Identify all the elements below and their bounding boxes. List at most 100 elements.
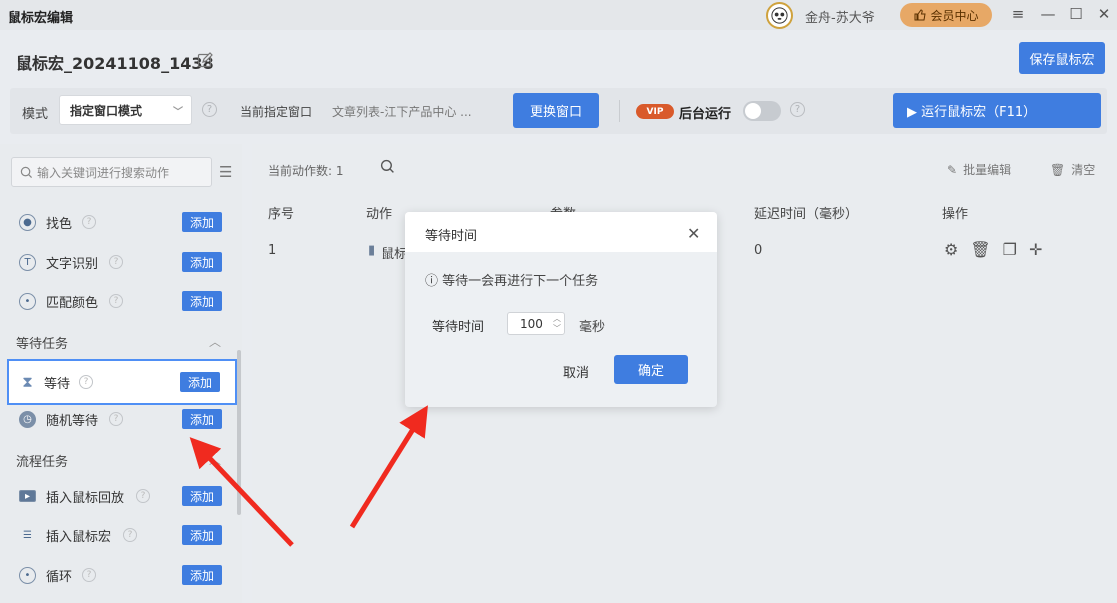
column-header: 延迟时间（毫秒） [754, 207, 859, 222]
column-header: 序号 [268, 207, 295, 222]
search-input[interactable]: 输入关键词进行搜索动作 [11, 157, 212, 187]
wait-time-dialog: 等待时间 ✕ ⓘ 等待一会再进行下一个任务 等待时间 100 ︿ ﹀ 毫秒 取消 … [405, 212, 717, 407]
playback-icon: ▸ [19, 490, 36, 502]
move-icon[interactable]: ✛ [1029, 240, 1042, 259]
thumbs-up-icon [914, 9, 927, 21]
sidebar-item-label: 随机等待 [46, 413, 99, 429]
background-run-toggle[interactable] [743, 101, 781, 121]
run-macro-button[interactable]: ▶ 运行鼠标宏（F11） [893, 93, 1101, 128]
vip-badge: VIP [636, 104, 674, 119]
mode-select[interactable]: 指定窗口模式 ﹀ [59, 95, 192, 125]
help-icon[interactable]: ? [790, 102, 805, 117]
copy-icon[interactable]: ❐ [1003, 240, 1017, 259]
sidebar-item-label: 找色 [46, 216, 73, 232]
batch-edit-button[interactable]: ✎ 批量编辑 [947, 161, 1011, 178]
help-icon[interactable]: ? [109, 294, 123, 308]
add-button[interactable]: 添加 [182, 252, 222, 272]
sidebar-item-label: 匹配颜色 [46, 295, 99, 311]
window-title: 鼠标宏编辑 [8, 11, 74, 26]
sidebar-item-insert-playback[interactable]: ▸ 插入鼠标回放 ? 添加 [0, 477, 236, 515]
save-macro-button[interactable]: 保存鼠标宏 [1019, 42, 1105, 74]
chevron-up-icon[interactable]: ︿ [209, 333, 221, 350]
add-button[interactable]: 添加 [182, 565, 222, 585]
sidebar-item-insert-macro[interactable]: ☰ 插入鼠标宏 ? 添加 [0, 516, 236, 554]
cancel-button[interactable]: 取消 [563, 362, 589, 381]
wait-time-value: 100 [520, 316, 543, 331]
vip-center-label: 会员中心 [930, 8, 979, 23]
close-icon[interactable]: ✕ [687, 224, 700, 243]
help-icon[interactable]: ? [109, 255, 123, 269]
clock-icon: ◷ [19, 410, 36, 428]
close-icon[interactable]: ✕ [1094, 4, 1114, 24]
sidebar-item-label: 等待 [44, 376, 71, 392]
clear-button[interactable]: 🗑 清空 [1050, 161, 1095, 178]
background-run-label: 后台运行 [679, 107, 732, 122]
title-bar: 鼠标宏编辑 金舟-苏大爷 会员中心 ≡ — ☐ ✕ [0, 0, 1117, 30]
wait-time-unit: 毫秒 [579, 320, 606, 335]
sidebar-item-label: 插入鼠标回放 [46, 490, 125, 506]
wait-time-stepper[interactable]: 100 ︿ ﹀ [507, 312, 565, 335]
section-wait-title: 等待任务 [16, 337, 69, 352]
search-icon[interactable] [380, 159, 395, 178]
text-recognition-icon: T [19, 253, 36, 271]
add-button[interactable]: 添加 [182, 486, 222, 506]
row-operations: ⚙ 🗑 ❐ ✛ [944, 240, 1042, 259]
row-action-label: 鼠标 [381, 247, 408, 262]
current-window-value: 文章列表-江下产品中心 ... [332, 105, 472, 119]
dialog-info-text: 等待一会再进行下一个任务 [442, 274, 599, 289]
collapse-icon[interactable]: ☰ [219, 163, 232, 181]
row-index: 1 [268, 243, 277, 258]
help-icon[interactable]: ? [136, 489, 150, 503]
help-icon[interactable]: ? [202, 102, 217, 117]
batch-edit-label: 批量编辑 [963, 163, 1012, 177]
help-icon[interactable]: ? [82, 568, 96, 582]
minimize-icon[interactable]: — [1038, 4, 1058, 24]
sidebar-item-find-color[interactable]: ● 找色 ? 添加 [0, 203, 236, 241]
dialog-title: 等待时间 [425, 229, 478, 244]
chevron-up-icon[interactable]: ︿ [209, 451, 221, 468]
sidebar-item-loop[interactable]: • 循环 ? 添加 [0, 556, 236, 594]
add-button[interactable]: 添加 [182, 525, 222, 545]
help-icon[interactable]: ? [82, 215, 96, 229]
loop-icon: • [19, 566, 36, 584]
help-icon[interactable]: ? [123, 528, 137, 542]
help-icon[interactable]: ? [79, 375, 93, 389]
vip-center-button[interactable]: 会员中心 [900, 3, 992, 27]
add-button[interactable]: 添加 [180, 372, 220, 392]
confirm-button[interactable]: 确定 [614, 355, 688, 384]
macro-name: 鼠标宏_20241108_1438 [16, 54, 214, 73]
palette-icon: ● [19, 213, 36, 231]
menu-icon[interactable]: ≡ [1008, 4, 1028, 24]
stepper-arrows-icon[interactable]: ︿ ﹀ [553, 314, 561, 334]
add-button[interactable]: 添加 [182, 291, 222, 311]
target-icon: • [19, 292, 36, 310]
sidebar-item-ocr[interactable]: T 文字识别 ? 添加 [0, 243, 236, 281]
search-icon [20, 166, 33, 178]
sidebar-item-label: 文字识别 [46, 256, 99, 272]
section-flow-title: 流程任务 [16, 455, 69, 470]
sidebar-item-match-color[interactable]: • 匹配颜色 ? 添加 [0, 282, 236, 320]
column-header: 操作 [942, 207, 969, 222]
sidebar-item-label: 循环 [46, 569, 73, 585]
avatar[interactable] [766, 2, 793, 29]
username[interactable]: 金舟-苏大爷 [805, 7, 875, 26]
sidebar-item-random-wait[interactable]: ◷ 随机等待 ? 添加 [0, 400, 236, 438]
edit-icon[interactable] [196, 51, 214, 69]
action-count-label: 当前动作数: [268, 164, 333, 178]
mode-select-value: 指定窗口模式 [70, 103, 143, 118]
delete-icon[interactable]: 🗑 [970, 240, 990, 259]
wait-time-label: 等待时间 [432, 320, 485, 335]
sidebar-scrollbar[interactable] [237, 350, 241, 515]
current-window-label: 当前指定窗口 [240, 105, 313, 119]
settings-icon[interactable]: ⚙ [944, 240, 958, 259]
clear-label: 清空 [1071, 163, 1096, 177]
sidebar-item-label: 插入鼠标宏 [46, 529, 112, 545]
hourglass-icon: ⧗ [22, 373, 33, 391]
change-window-button[interactable]: 更换窗口 [513, 93, 599, 128]
maximize-icon[interactable]: ☐ [1066, 4, 1086, 24]
sidebar-item-wait[interactable]: ⧗ 等待 ? 添加 [0, 363, 236, 401]
add-button[interactable]: 添加 [182, 409, 222, 429]
add-button[interactable]: 添加 [182, 212, 222, 232]
help-icon[interactable]: ? [109, 412, 123, 426]
list-icon: ☰ [23, 529, 32, 541]
